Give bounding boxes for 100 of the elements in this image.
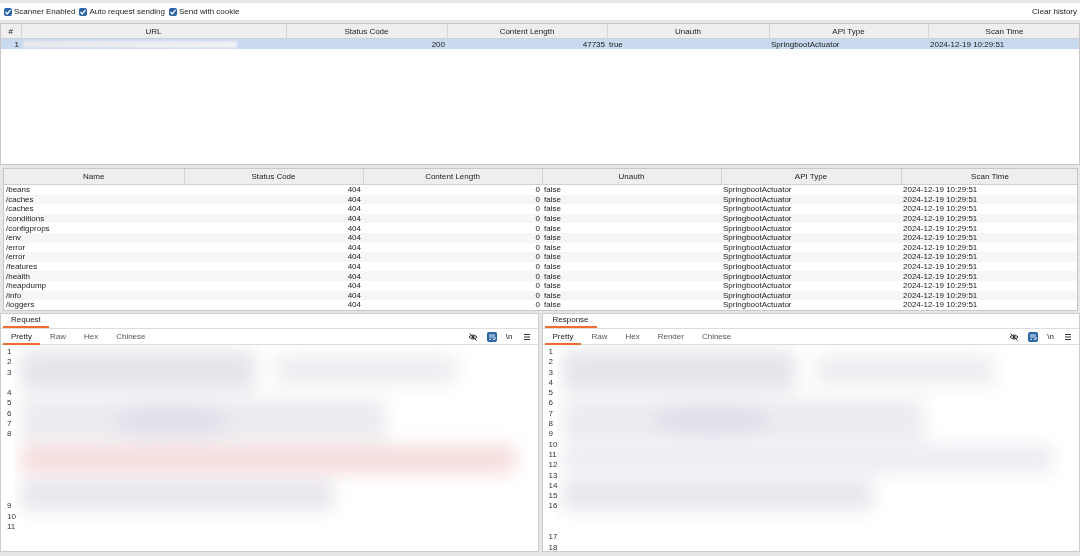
column-header[interactable]: URL <box>21 24 286 39</box>
table-cell: true <box>607 38 769 49</box>
table-cell: 404 <box>184 261 363 272</box>
table-row[interactable]: /caches 404 0 false SpringbootActuator 2024-12-19 10:29:51 <box>4 194 1077 205</box>
column-header[interactable]: API Type <box>721 169 901 185</box>
table-cell: /info <box>4 290 184 301</box>
table-cell: 0 <box>363 290 542 301</box>
table-row[interactable]: /conditions 404 0 false SpringbootActuator 2024-12-19 10:29:51 <box>4 213 1077 224</box>
table-cell: 404 <box>184 300 363 310</box>
table-cell: SpringbootActuator <box>721 213 901 224</box>
line-number: 11 <box>548 449 558 461</box>
line-number: 7 <box>7 419 13 430</box>
line-number: 8 <box>548 419 554 430</box>
column-header[interactable]: Scan Time <box>901 169 1077 185</box>
column-header[interactable]: Content Length <box>363 169 542 185</box>
view-tab[interactable]: Raw <box>583 328 616 345</box>
panel-tab[interactable]: Response <box>544 315 597 328</box>
table-row[interactable]: /info 404 0 false SpringbootActuator 2024-12-19 10:29:51 <box>4 290 1077 301</box>
table-cell: 47735 <box>447 38 607 49</box>
checkbox-label[interactable]: Send with cookie <box>179 7 240 16</box>
column-header[interactable]: Status Code <box>286 24 447 39</box>
hide-icon[interactable] <box>467 331 478 342</box>
newline-toggle[interactable]: \n <box>1047 331 1054 342</box>
table-cell: 2024-12-19 10:29:51 <box>901 242 1077 253</box>
clear-history-button[interactable]: Clear history <box>1032 7 1077 16</box>
line-number: 9 <box>548 429 554 440</box>
view-tab[interactable]: Render <box>649 328 692 345</box>
table-cell: 2024-12-19 10:29:51 <box>901 232 1077 243</box>
table-cell: SpringbootActuator <box>721 232 901 243</box>
column-header[interactable]: API Type <box>769 24 928 39</box>
wrap-lines-icon[interactable] <box>1028 331 1039 342</box>
view-tab[interactable]: Raw <box>41 328 74 345</box>
table-cell: /health <box>4 271 184 281</box>
view-tab[interactable]: Pretty <box>544 328 582 345</box>
view-tab[interactable]: Pretty <box>3 328 40 345</box>
table-cell: 2024-12-19 10:29:51 <box>901 261 1077 272</box>
table-row[interactable]: /configprops 404 0 false SpringbootActuator 2024-12-19 10:29:51 <box>4 223 1077 233</box>
checkbox[interactable] <box>4 7 12 16</box>
table-row[interactable]: /error 404 0 false SpringbootActuator 2024-12-19 10:29:51 <box>4 242 1077 253</box>
table-cell: 404 <box>184 223 363 233</box>
table-row[interactable]: /env 404 0 false SpringbootActuator 2024-12-19 10:29:51 <box>4 232 1077 243</box>
table-cell: false <box>542 271 721 281</box>
view-tab[interactable]: Hex <box>617 328 648 345</box>
table-cell: 0 <box>363 261 542 272</box>
column-header[interactable]: Content Length <box>447 24 607 39</box>
table-row[interactable]: /features 404 0 false SpringbootActuator 2024-12-19 10:29:51 <box>4 261 1077 272</box>
table-cell: 404 <box>184 252 363 262</box>
column-header[interactable]: Name <box>4 169 184 185</box>
line-number: 4 <box>7 388 13 399</box>
table-cell: false <box>542 242 721 253</box>
table-row[interactable]: 1 200 47735 true SpringbootActuator 2024-12-19 10:29:51 <box>1 38 1079 49</box>
table-cell: false <box>542 184 721 195</box>
column-header[interactable]: # <box>1 24 21 39</box>
table-cell: SpringbootActuator <box>721 252 901 262</box>
table-cell: 2024-12-19 10:29:51 <box>901 271 1077 281</box>
table-cell: 0 <box>363 300 542 310</box>
table-cell: false <box>542 300 721 310</box>
table-cell: 2024-12-19 10:29:51 <box>901 280 1077 291</box>
column-header[interactable]: Unauth <box>542 169 721 185</box>
table-cell: SpringbootActuator <box>721 204 901 214</box>
table-row[interactable]: /loggers 404 0 false SpringbootActuator 2024-12-19 10:29:51 <box>4 300 1077 310</box>
table-cell: 0 <box>363 232 542 243</box>
table-cell: SpringbootActuator <box>721 280 901 291</box>
table-row[interactable]: /caches 404 0 false SpringbootActuator 2024-12-19 10:29:51 <box>4 204 1077 214</box>
wrap-lines-icon[interactable] <box>486 331 497 342</box>
table-row[interactable]: /error 404 0 false SpringbootActuator 2024-12-19 10:29:51 <box>4 252 1077 262</box>
menu-icon[interactable] <box>1063 331 1073 342</box>
line-number: 3 <box>548 367 554 378</box>
line-number: 16 <box>548 501 559 512</box>
line-number: 2 <box>7 357 13 368</box>
checkbox-label[interactable]: Auto request sending <box>89 7 165 16</box>
checkbox-label[interactable]: Scanner Enabled <box>14 7 76 16</box>
checkbox[interactable] <box>169 7 177 16</box>
table-cell: SpringbootActuator <box>721 300 901 310</box>
table-cell: 0 <box>363 252 542 262</box>
view-tab[interactable]: Chinese <box>693 328 740 345</box>
line-number: 17 <box>548 532 559 543</box>
table-cell: 404 <box>184 184 363 195</box>
view-tab[interactable]: Hex <box>75 328 107 345</box>
column-header[interactable]: Scan Time <box>928 24 1079 39</box>
table-cell: 200 <box>286 38 447 49</box>
column-header[interactable]: Status Code <box>184 169 363 185</box>
checkbox[interactable] <box>79 7 88 16</box>
table-row[interactable]: /heapdump 404 0 false SpringbootActuator 2024-12-19 10:29:51 <box>4 280 1077 291</box>
table-row[interactable]: /health 404 0 false SpringbootActuator 2024-12-19 10:29:51 <box>4 271 1077 281</box>
view-tab[interactable]: Chinese <box>108 328 154 345</box>
hide-icon[interactable] <box>1009 331 1020 342</box>
panel-tab[interactable]: Request <box>3 315 49 328</box>
line-number: 1 <box>548 347 554 358</box>
table-cell: SpringbootActuator <box>721 242 901 253</box>
table-cell: 404 <box>184 271 363 281</box>
table-row[interactable]: /beans 404 0 false SpringbootActuator 2024-12-19 10:29:51 <box>4 184 1077 195</box>
column-header[interactable]: Unauth <box>607 24 769 39</box>
table-cell: false <box>542 194 721 205</box>
table-cell: 2024-12-19 10:29:51 <box>928 38 1079 49</box>
newline-toggle[interactable]: \n <box>505 331 513 342</box>
table-cell: /loggers <box>4 300 184 310</box>
table-cell: /error <box>4 242 184 253</box>
menu-icon[interactable] <box>521 331 532 342</box>
table-cell: SpringbootActuator <box>721 223 901 233</box>
